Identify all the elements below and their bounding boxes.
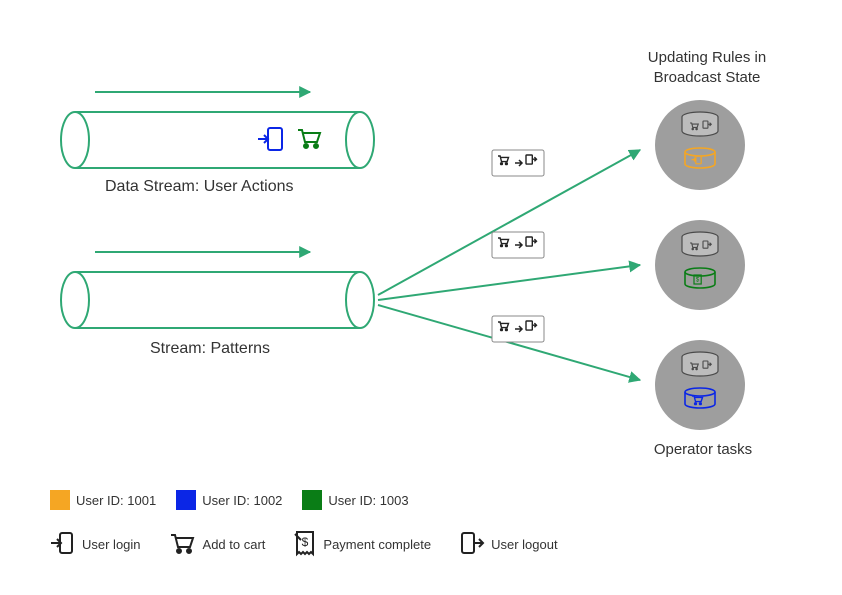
- svg-text:$: $: [302, 535, 309, 549]
- title-operator-tasks: Operator tasks: [648, 440, 758, 460]
- cart-icon: [169, 531, 197, 557]
- title-updating-rules: Updating Rules in Broadcast State: [632, 48, 782, 87]
- label-user-actions: Data Stream: User Actions: [105, 178, 294, 196]
- swatch-icon: [302, 490, 322, 510]
- legend-label: Payment complete: [323, 537, 431, 552]
- login-icon: [50, 531, 76, 557]
- broadcast-arrow-2: [378, 265, 640, 300]
- operator-node-2: $: [655, 220, 745, 310]
- cart-icon: [298, 130, 320, 148]
- legend-cart: Add to cart: [169, 531, 266, 557]
- cylinder-user-actions: [61, 112, 374, 168]
- legend-payment: $ Payment complete: [293, 530, 431, 558]
- legend-label: User logout: [491, 537, 557, 552]
- swatch-icon: [176, 490, 196, 510]
- legend-user-3: User ID: 1003: [302, 490, 408, 510]
- pattern-badge-3: [492, 316, 544, 342]
- label-patterns: Stream: Patterns: [150, 340, 270, 358]
- legend-login: User login: [50, 531, 141, 557]
- operator-node-1: [655, 100, 745, 190]
- legend-user-1: User ID: 1001: [50, 490, 156, 510]
- login-icon: [258, 128, 282, 150]
- cylinder-patterns: [61, 272, 374, 328]
- legend-label: User ID: 1002: [202, 493, 282, 508]
- operator-node-3: [655, 340, 745, 430]
- pattern-badge-1: [492, 150, 544, 176]
- legend-user-2: User ID: 1002: [176, 490, 282, 510]
- legend-actions: User login Add to cart $ Payment complet…: [50, 530, 558, 558]
- legend-label: Add to cart: [203, 537, 266, 552]
- legend-users: User ID: 1001 User ID: 1002 User ID: 100…: [50, 490, 409, 510]
- legend-label: User ID: 1001: [76, 493, 156, 508]
- legend-label: User login: [82, 537, 141, 552]
- legend-label: User ID: 1003: [328, 493, 408, 508]
- receipt-icon: $: [293, 530, 317, 558]
- pattern-badge-2: [492, 232, 544, 258]
- legend-logout: User logout: [459, 531, 557, 557]
- swatch-icon: [50, 490, 70, 510]
- logout-icon: [459, 531, 485, 557]
